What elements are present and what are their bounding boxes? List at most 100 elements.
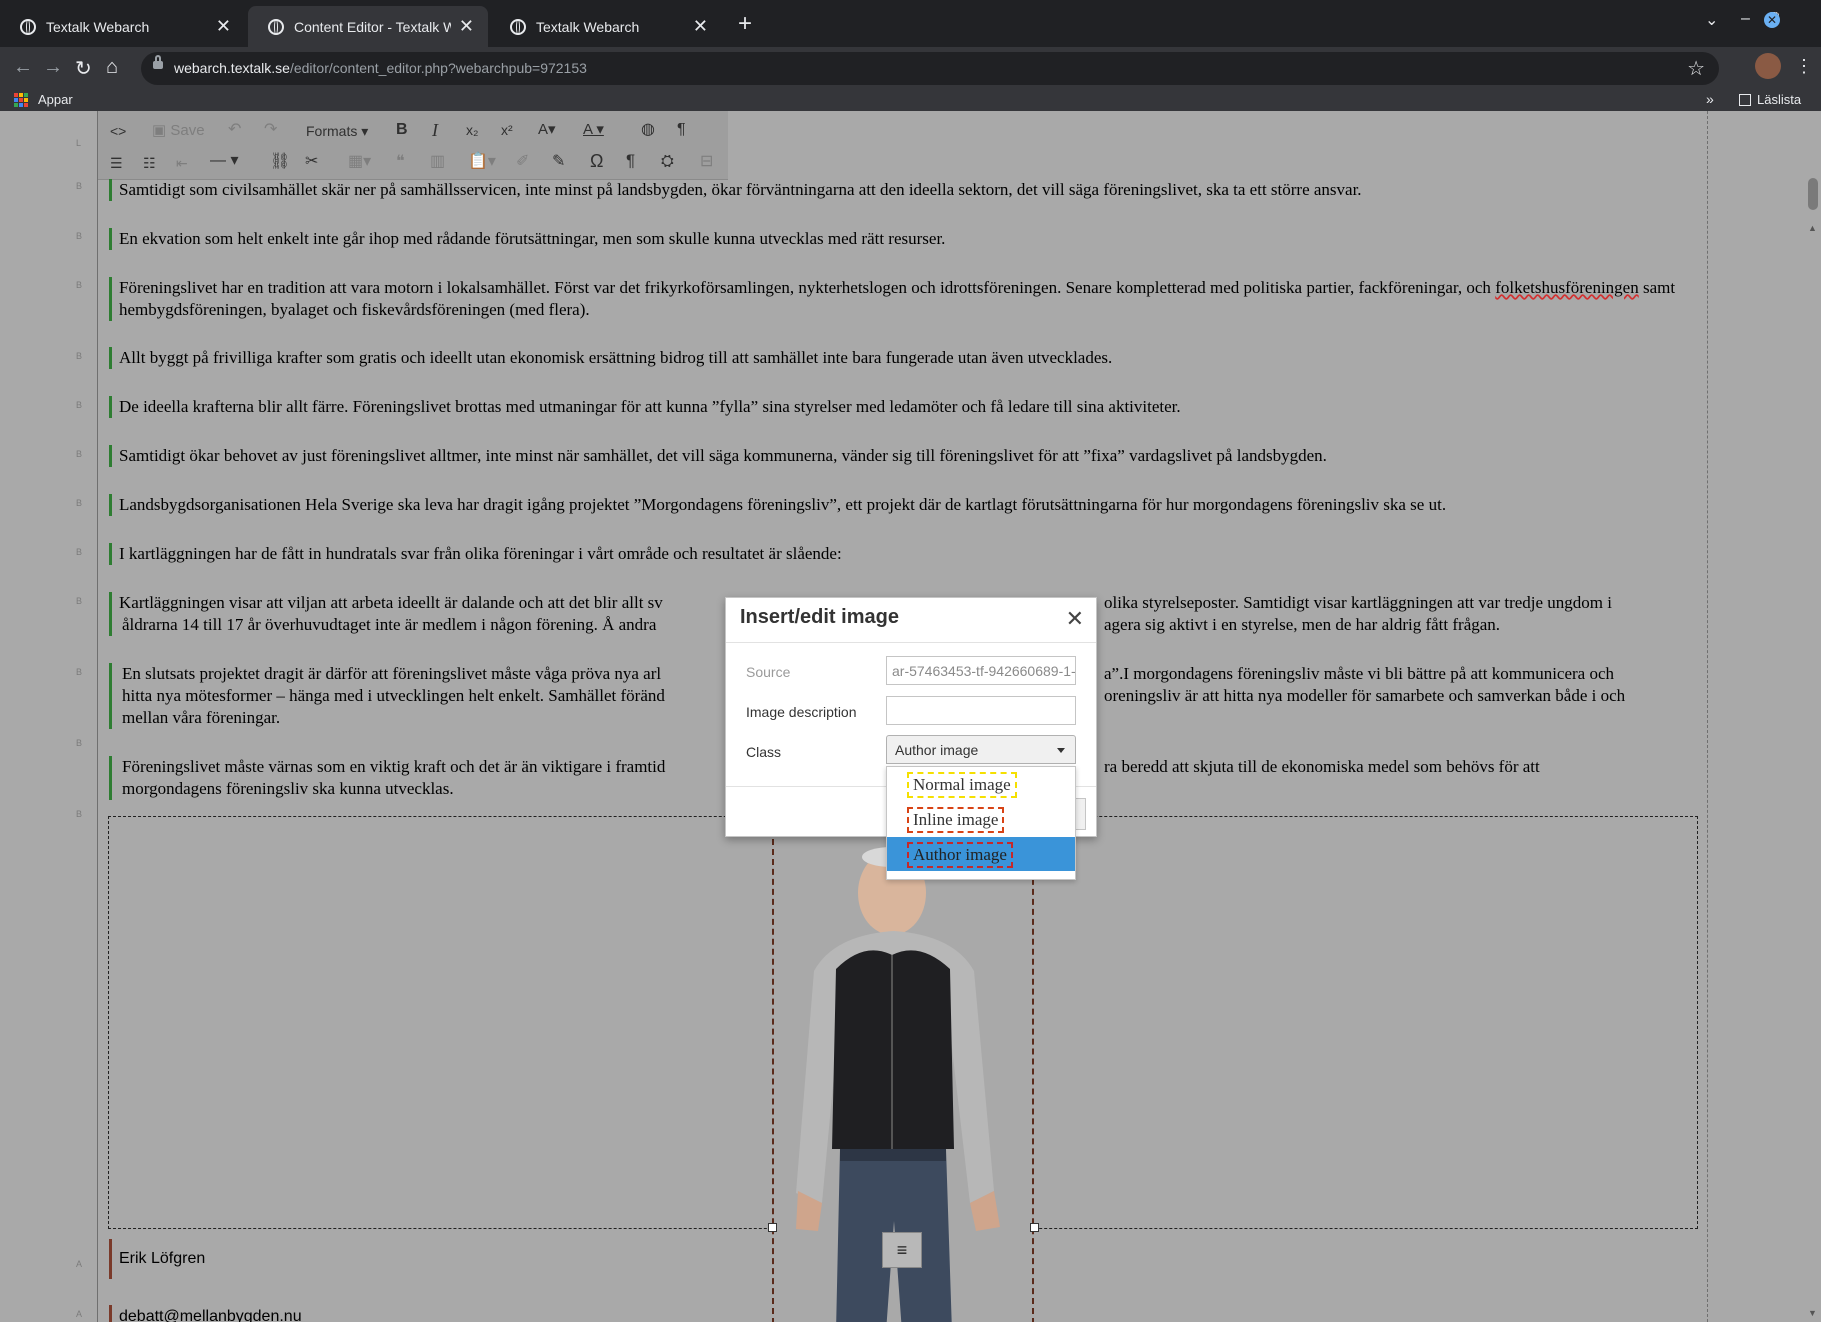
- gutter-marker: B: [76, 667, 83, 677]
- italic-icon[interactable]: I: [432, 120, 438, 140]
- gutter-marker: A: [76, 1309, 83, 1319]
- close-icon[interactable]: ✕: [1066, 606, 1084, 632]
- unlink-icon[interactable]: ✂: [305, 152, 318, 172]
- resize-handle[interactable]: [1030, 1223, 1039, 1232]
- minimize-icon[interactable]: –: [1741, 10, 1750, 28]
- editor-toolbar: <> ▣ Save ↶ ↷ Formats ▾ B I x₂ x² A▾ A ▾…: [98, 111, 728, 180]
- books-icon[interactable]: ▥: [430, 152, 445, 172]
- bookmark-star-icon[interactable]: ☆: [1687, 56, 1705, 81]
- class-dropdown-menu: Normal image Inline image Author image: [886, 766, 1076, 880]
- subscript-icon[interactable]: x₂: [466, 120, 478, 140]
- home-icon[interactable]: ⌂: [106, 56, 118, 79]
- source-input[interactable]: ar-57463453-tf-942660689-1-: [886, 656, 1076, 685]
- bullet-list-icon[interactable]: ☷: [143, 153, 156, 173]
- page-break-icon[interactable]: ⊟: [700, 152, 713, 172]
- close-icon[interactable]: ✕: [693, 16, 708, 37]
- paragraph[interactable]: De ideella krafterna blir allt färre. Fö…: [109, 396, 1709, 418]
- gutter-marker: B: [76, 596, 83, 606]
- tab-label: Textalk Webarch: [46, 18, 150, 35]
- gutter-marker: B: [76, 181, 83, 191]
- close-icon[interactable]: ✕: [216, 16, 231, 37]
- bookmarks-overflow-icon[interactable]: »: [1706, 91, 1714, 107]
- link-icon[interactable]: ⛓: [270, 152, 290, 172]
- window-close-icon[interactable]: ✕: [1764, 12, 1780, 28]
- paragraph-direction-icon[interactable]: ¶: [677, 120, 686, 140]
- back-arrow-icon[interactable]: ←: [13, 56, 33, 79]
- brush-icon[interactable]: ✎: [552, 152, 565, 172]
- find-binoculars-icon[interactable]: ⛭: [661, 152, 674, 172]
- superscript-icon[interactable]: x²: [501, 120, 513, 140]
- source-label: Source: [746, 664, 791, 680]
- paragraph[interactable]: Föreningslivet har en tradition att vara…: [109, 277, 1709, 321]
- bookmarks-bar: Appar » Läslista: [0, 90, 1821, 111]
- gutter-marker: B: [76, 351, 83, 361]
- special-character-icon[interactable]: Ω: [590, 151, 603, 171]
- reload-icon[interactable]: ↻: [75, 56, 92, 81]
- blockquote-icon[interactable]: ❝: [396, 152, 405, 172]
- scroll-up-arrow-icon[interactable]: ▲: [1808, 223, 1817, 233]
- formats-dropdown[interactable]: Formats ▾: [306, 121, 368, 141]
- save-icon: ▣: [152, 122, 167, 139]
- font-size-icon[interactable]: A▾: [538, 120, 556, 140]
- option-normal-image[interactable]: Normal image: [887, 767, 1075, 801]
- show-blocks-icon[interactable]: ¶: [626, 151, 635, 171]
- undo-icon[interactable]: ↶: [228, 120, 241, 140]
- text-color-icon[interactable]: A ▾: [583, 120, 604, 140]
- paragraph[interactable]: En ekvation som helt enkelt inte går iho…: [109, 228, 1709, 250]
- author-name[interactable]: Erik Löfgren: [109, 1239, 1709, 1279]
- gutter-marker: B: [76, 498, 83, 508]
- apps-bookmark[interactable]: Appar: [38, 92, 73, 107]
- image-description-input[interactable]: [886, 696, 1076, 725]
- url-text: webarch.textalk.se/editor/content_editor…: [174, 60, 587, 76]
- profile-avatar[interactable]: [1755, 53, 1781, 79]
- redo-icon[interactable]: ↷: [264, 120, 277, 140]
- paragraph[interactable]: Allt byggt på frivilliga krafter som gra…: [109, 347, 1709, 369]
- image-edit-icon[interactable]: ✐: [516, 152, 529, 172]
- table-icon[interactable]: ▦▾: [348, 152, 371, 172]
- reading-list-icon: [1739, 94, 1751, 106]
- tab-search-chevron-icon[interactable]: ⌄: [1705, 10, 1718, 30]
- option-author-image[interactable]: Author image: [887, 837, 1075, 871]
- caret-down-icon: [1057, 748, 1065, 753]
- horizontal-rule-icon[interactable]: — ▾: [210, 151, 238, 171]
- paragraph[interactable]: I kartläggningen har de fått in hundrata…: [109, 543, 1709, 565]
- outdent-icon[interactable]: ⇤: [176, 153, 188, 173]
- tab-textalk-webarch-2[interactable]: Textalk Webarch ✕: [490, 6, 722, 47]
- class-label: Class: [746, 744, 782, 760]
- bold-icon[interactable]: B: [396, 120, 408, 140]
- address-bar[interactable]: webarch.textalk.se/editor/content_editor…: [141, 52, 1719, 85]
- misspelled-word: folketshusföreningen: [1495, 278, 1639, 297]
- lock-icon: [153, 55, 163, 69]
- apps-grid-icon[interactable]: [14, 93, 28, 107]
- forward-arrow-icon[interactable]: →: [43, 56, 63, 79]
- tab-label: Content Editor - Textalk Weba: [294, 18, 451, 35]
- source-code-icon[interactable]: <>: [110, 121, 126, 141]
- save-button[interactable]: ▣ Save: [152, 121, 205, 141]
- gutter-marker: L: [76, 138, 82, 148]
- globe-icon[interactable]: ◍: [641, 120, 655, 140]
- resize-handle[interactable]: [768, 1223, 777, 1232]
- option-inline-image[interactable]: Inline image: [887, 802, 1075, 836]
- paragraph[interactable]: Landsbygdsorganisationen Hela Sverige sk…: [109, 494, 1709, 516]
- author-email[interactable]: debatt@mellanbygden.nu: [109, 1305, 1709, 1322]
- reading-list-button[interactable]: Läslista: [1739, 92, 1801, 107]
- class-select[interactable]: Author image: [886, 735, 1076, 764]
- menu-kebab-icon[interactable]: ⋮: [1795, 56, 1813, 77]
- scroll-down-arrow-icon[interactable]: ▼: [1808, 1308, 1817, 1318]
- tab-content-editor[interactable]: Content Editor - Textalk Weba ✕: [248, 6, 488, 47]
- image-description-label: Image description: [746, 704, 857, 720]
- globe-icon: [510, 18, 526, 35]
- gutter-marker: B: [76, 809, 83, 819]
- dialog-title: Insert/edit image: [740, 606, 899, 628]
- globe-icon: [268, 18, 284, 35]
- gutter-marker: B: [76, 231, 83, 241]
- scrollbar-thumb[interactable]: [1808, 178, 1818, 210]
- paste-icon[interactable]: 📋▾: [468, 152, 496, 172]
- paragraph[interactable]: Samtidigt ökar behovet av just förenings…: [109, 445, 1709, 467]
- paragraph[interactable]: Samtidigt som civilsamhället skär ner på…: [109, 179, 1709, 201]
- tab-textalk-webarch-1[interactable]: Textalk Webarch ✕: [0, 6, 245, 47]
- gutter-marker: B: [76, 547, 83, 557]
- close-icon[interactable]: ✕: [459, 16, 474, 37]
- new-tab-plus-icon[interactable]: +: [738, 10, 752, 38]
- numbered-list-icon[interactable]: ☰: [110, 153, 123, 173]
